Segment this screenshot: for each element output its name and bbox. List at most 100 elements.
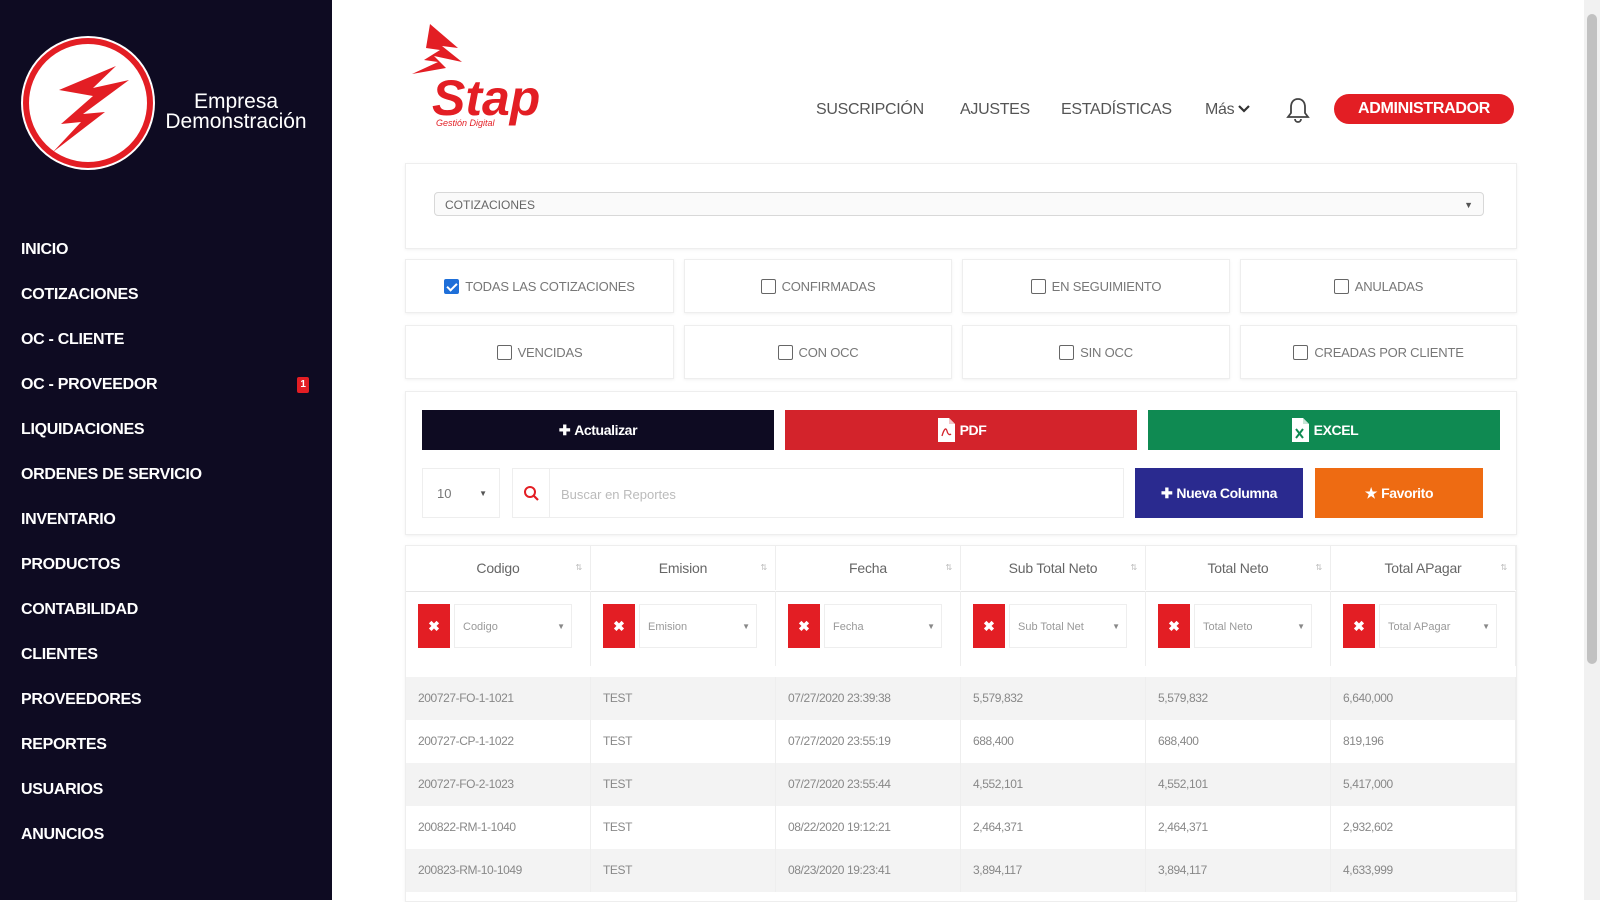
filter-creadas-por-cliente[interactable]: CREADAS POR CLIENTE bbox=[1240, 325, 1517, 379]
pdf-file-icon bbox=[937, 418, 955, 442]
excel-button-label: EXCEL bbox=[1313, 422, 1359, 438]
filter-sin-occ[interactable]: SIN OCC bbox=[962, 325, 1230, 379]
remove-column-button[interactable]: ✖ bbox=[1343, 604, 1375, 648]
update-button[interactable]: ✚ Actualizar bbox=[422, 410, 774, 450]
filter-en-seguimiento[interactable]: EN SEGUIMIENTO bbox=[962, 259, 1230, 313]
sidebar-item-liquidaciones[interactable]: LIQUIDACIONES bbox=[21, 407, 321, 452]
cell-total-apagar: 819,196 bbox=[1331, 720, 1516, 763]
column-filter-fecha: ✖ Fecha ▼ bbox=[776, 591, 961, 666]
checkbox[interactable] bbox=[777, 344, 793, 360]
nav-link-estadisticas[interactable]: ESTADÍSTICAS bbox=[1061, 96, 1172, 124]
caret-down-icon: ▼ bbox=[1464, 200, 1473, 210]
report-select-card: COTIZACIONES ▼ bbox=[405, 163, 1517, 249]
filter-todas-las-cotizaciones[interactable]: TODAS LAS COTIZACIONES bbox=[405, 259, 674, 313]
checkbox[interactable] bbox=[1059, 344, 1075, 360]
company-logo[interactable] bbox=[21, 36, 155, 170]
administrator-button[interactable]: ADMINISTRADOR bbox=[1334, 94, 1514, 124]
sidebar-item-inicio[interactable]: INICIO bbox=[21, 227, 321, 272]
bell-icon[interactable] bbox=[1285, 96, 1311, 124]
column-header-codigo[interactable]: Codigo ⇅ bbox=[406, 546, 591, 590]
page-length-select[interactable]: 10 ▼ bbox=[422, 468, 500, 518]
new-column-button[interactable]: ✚ Nueva Columna bbox=[1135, 468, 1303, 518]
checkbox[interactable] bbox=[1333, 278, 1349, 294]
sidebar-item-proveedores[interactable]: PROVEEDORES bbox=[21, 677, 321, 722]
filter-anuladas[interactable]: ANULADAS bbox=[1240, 259, 1517, 313]
checkbox[interactable] bbox=[1030, 278, 1046, 294]
remove-column-button[interactable]: ✖ bbox=[1158, 604, 1190, 648]
report-type-select[interactable]: COTIZACIONES ▼ bbox=[434, 192, 1484, 216]
cell-total-neto: 2,464,371 bbox=[1146, 806, 1331, 849]
filter-con-occ[interactable]: CON OCC bbox=[684, 325, 952, 379]
table-row[interactable]: 200727-CP-1-1022 TEST 07/27/2020 23:55:1… bbox=[406, 720, 1516, 763]
pdf-button[interactable]: PDF bbox=[785, 410, 1137, 450]
column-header-total-neto[interactable]: Total Neto ⇅ bbox=[1146, 546, 1331, 590]
sidebar-item-cotizaciones[interactable]: COTIZACIONES bbox=[21, 272, 321, 317]
brand-logo[interactable]: Stap Gestión Digital bbox=[410, 22, 585, 130]
remove-column-button[interactable]: ✖ bbox=[418, 604, 450, 648]
caret-down-icon: ▼ bbox=[1482, 622, 1490, 631]
column-header-sub-total-neto[interactable]: Sub Total Neto ⇅ bbox=[961, 546, 1146, 590]
column-filter-value: Sub Total Net bbox=[1018, 621, 1084, 633]
sidebar-item-label: REPORTES bbox=[21, 736, 107, 753]
checkbox[interactable] bbox=[1293, 344, 1309, 360]
table-row[interactable]: 200823-RM-10-1049 TEST 08/23/2020 19:23:… bbox=[406, 849, 1516, 892]
sidebar-item-oc-proveedor[interactable]: OC - PROVEEDOR 1 bbox=[21, 362, 321, 407]
search-icon bbox=[513, 469, 550, 517]
sidebar-nav: INICIO COTIZACIONES OC - CLIENTE OC - PR… bbox=[21, 227, 321, 857]
sidebar-item-ordenes-de-servicio[interactable]: ORDENES DE SERVICIO bbox=[21, 452, 321, 497]
cell-codigo: 200727-FO-1-1021 bbox=[406, 677, 591, 720]
column-filter-select[interactable]: Codigo ▼ bbox=[454, 604, 572, 648]
sort-icon: ⇅ bbox=[1315, 563, 1322, 572]
sidebar-item-label: CONTABILIDAD bbox=[21, 601, 138, 618]
remove-column-button[interactable]: ✖ bbox=[973, 604, 1005, 648]
remove-column-button[interactable]: ✖ bbox=[788, 604, 820, 648]
excel-button[interactable]: EXCEL bbox=[1148, 410, 1500, 450]
table-row[interactable]: 200822-RM-1-1040 TEST 08/22/2020 19:12:2… bbox=[406, 806, 1516, 849]
sidebar-item-anuncios[interactable]: ANUNCIOS bbox=[21, 812, 321, 857]
brand-logo-graphic: Stap Gestión Digital bbox=[412, 24, 540, 128]
column-header-label: Total Neto bbox=[1207, 560, 1269, 576]
sidebar-item-productos[interactable]: PRODUCTOS bbox=[21, 542, 321, 587]
sidebar-item-inventario[interactable]: INVENTARIO bbox=[21, 497, 321, 542]
actions-card: ✚Actualizar PDF EXCEL 10 ▼ ✚Nueva Column… bbox=[405, 391, 1517, 535]
scrollbar-thumb[interactable] bbox=[1587, 14, 1597, 664]
table-row[interactable]: 200727-FO-1-1021 TEST 07/27/2020 23:39:3… bbox=[406, 677, 1516, 720]
sidebar-item-reportes[interactable]: REPORTES bbox=[21, 722, 321, 767]
table-row[interactable]: 200727-FO-2-1023 TEST 07/27/2020 23:55:4… bbox=[406, 763, 1516, 806]
favorite-button[interactable]: ★ Favorito bbox=[1315, 468, 1483, 518]
column-filter-value: Emision bbox=[648, 621, 688, 633]
nav-link-suscripcion[interactable]: SUSCRIPCIÓN bbox=[816, 96, 924, 124]
sidebar-item-clientes[interactable]: CLIENTES bbox=[21, 632, 321, 677]
checkbox-checked[interactable] bbox=[444, 278, 460, 294]
cell-total-apagar: 2,932,602 bbox=[1331, 806, 1516, 849]
sidebar-item-label: INICIO bbox=[21, 241, 69, 258]
column-filter-select[interactable]: Total APagar ▼ bbox=[1379, 604, 1497, 648]
column-header-total-apagar[interactable]: Total APagar ⇅ bbox=[1331, 546, 1516, 590]
nav-link-ajustes[interactable]: AJUSTES bbox=[960, 96, 1030, 124]
sidebar-item-usuarios[interactable]: USUARIOS bbox=[21, 767, 321, 812]
cell-total-apagar: 5,417,000 bbox=[1331, 763, 1516, 806]
sidebar-item-contabilidad[interactable]: CONTABILIDAD bbox=[21, 587, 321, 632]
column-header-fecha[interactable]: Fecha ⇅ bbox=[776, 546, 961, 590]
filter-label: ANULADAS bbox=[1354, 278, 1424, 294]
cell-fecha: 07/27/2020 23:39:38 bbox=[776, 677, 961, 720]
checkbox[interactable] bbox=[496, 344, 512, 360]
nav-link-mas[interactable]: Más bbox=[1205, 96, 1251, 124]
filter-confirmadas[interactable]: CONFIRMADAS bbox=[684, 259, 952, 313]
sidebar-item-oc-cliente[interactable]: OC - CLIENTE bbox=[21, 317, 321, 362]
remove-column-button[interactable]: ✖ bbox=[603, 604, 635, 648]
column-filter-select[interactable]: Emision ▼ bbox=[639, 604, 757, 648]
page-scrollbar[interactable] bbox=[1584, 0, 1600, 900]
column-filter-select[interactable]: Fecha ▼ bbox=[824, 604, 942, 648]
column-filter-select[interactable]: Total Neto ▼ bbox=[1194, 604, 1312, 648]
filter-vencidas[interactable]: VENCIDAS bbox=[405, 325, 674, 379]
filter-content: VENCIDAS bbox=[406, 326, 673, 378]
search-input[interactable] bbox=[559, 469, 1113, 519]
column-header-emision[interactable]: Emision ⇅ bbox=[591, 546, 776, 590]
cell-emision: TEST bbox=[591, 763, 776, 806]
filter-label: TODAS LAS COTIZACIONES bbox=[465, 278, 635, 294]
sidebar-item-label: ORDENES DE SERVICIO bbox=[21, 466, 202, 483]
checkbox[interactable] bbox=[760, 278, 776, 294]
column-filter-select[interactable]: Sub Total Net ▼ bbox=[1009, 604, 1127, 648]
page-length-value: 10 bbox=[437, 486, 452, 501]
